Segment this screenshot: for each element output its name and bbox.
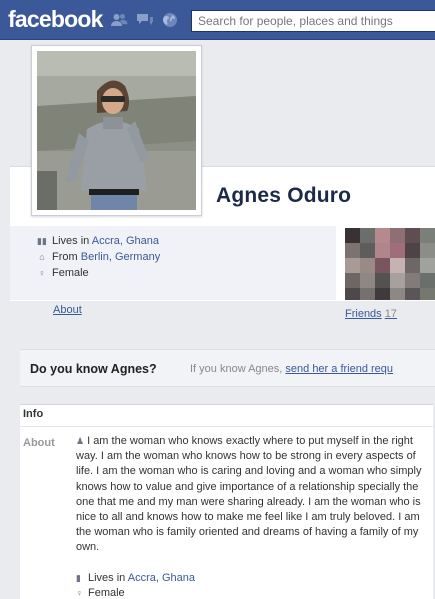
- info-lives-prefix: Lives in: [88, 572, 126, 584]
- person-icon: ♟: [76, 436, 85, 446]
- search-input[interactable]: [192, 11, 435, 31]
- messages-icon[interactable]: [136, 12, 154, 28]
- link-hometown[interactable]: Berlin, Germany: [81, 251, 160, 263]
- info-lives-in: ▮ Lives in Accra, Ghana: [76, 571, 195, 585]
- fact-gender-value: Female: [52, 267, 89, 279]
- info-divider: [20, 426, 433, 427]
- profile-photo[interactable]: [37, 51, 196, 210]
- friend-requests-icon[interactable]: [110, 12, 128, 28]
- send-friend-request-link[interactable]: send her a friend requ: [285, 363, 393, 375]
- info-header: Info: [23, 408, 44, 420]
- tab-about[interactable]: About: [53, 304, 82, 316]
- work-building-icon: ▮: [76, 573, 81, 583]
- notifications-globe-icon[interactable]: [161, 12, 179, 28]
- about-bio-text: I am the woman who knows exactly where t…: [76, 435, 422, 554]
- fact-gender: ♀ Female: [37, 266, 89, 280]
- fact-lives-prefix: Lives in: [52, 235, 90, 247]
- know-banner-title: Do you know Agnes?: [30, 362, 157, 376]
- search-box[interactable]: [191, 10, 435, 32]
- info-gender-value: Female: [88, 587, 125, 599]
- fact-lives-in: ▮▮ Lives in Accra, Ghana: [37, 234, 159, 248]
- about-bio: ♟ I am the woman who knows exactly where …: [76, 434, 431, 556]
- friends-thumbnails[interactable]: [345, 228, 435, 300]
- female-icon: ♀: [76, 588, 83, 598]
- link-current-city[interactable]: Accra, Ghana: [92, 235, 159, 247]
- info-about-label: About: [23, 437, 55, 449]
- tab-friends[interactable]: Friends 17: [345, 308, 397, 320]
- female-icon: ♀: [38, 268, 46, 278]
- fact-from-prefix: From: [52, 251, 78, 263]
- info-gender: ♀ Female: [76, 586, 125, 599]
- know-person-banner: Do you know Agnes? If you know Agnes, se…: [20, 349, 435, 387]
- profile-photo-frame[interactable]: [31, 45, 202, 216]
- facebook-logo[interactable]: facebook: [8, 6, 103, 33]
- fact-from: ⌂ From Berlin, Germany: [37, 250, 160, 264]
- tab-friends-label: Friends: [345, 308, 382, 320]
- work-building-icon: ▮▮: [37, 236, 47, 246]
- profile-name[interactable]: Agnes Oduro: [216, 184, 351, 208]
- know-banner-text: If you know Agnes, send her a friend req…: [190, 363, 393, 375]
- friends-count: 17: [384, 308, 397, 320]
- top-bar: facebook: [0, 0, 435, 40]
- info-link-current-city[interactable]: Accra, Ghana: [128, 572, 195, 584]
- know-banner-prefix: If you know Agnes,: [190, 363, 283, 375]
- home-icon: ⌂: [39, 252, 45, 262]
